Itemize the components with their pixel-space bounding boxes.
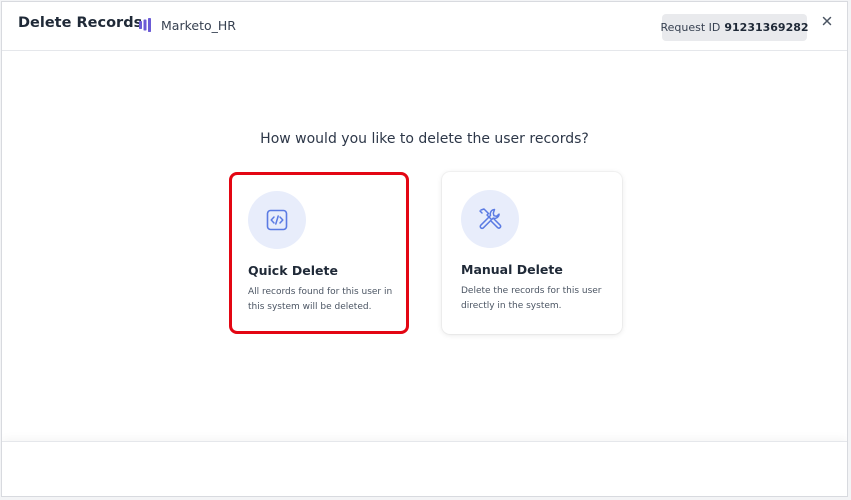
system-indicator: Marketo_HR bbox=[138, 16, 236, 34]
request-id-label: Request ID bbox=[660, 21, 721, 34]
code-icon bbox=[266, 209, 288, 231]
manual-delete-option[interactable]: Manual Delete Delete the records for thi… bbox=[442, 172, 622, 334]
quick-delete-description: All records found for this user in this … bbox=[248, 287, 393, 312]
quick-delete-title: Quick Delete bbox=[248, 263, 338, 278]
modal-title: Delete Records bbox=[18, 15, 143, 31]
delete-records-modal: Delete Records Marketo_HR Request ID 912… bbox=[1, 1, 848, 497]
close-button[interactable] bbox=[818, 12, 836, 30]
modal-body: How would you like to delete the user re… bbox=[2, 51, 847, 443]
delete-question: How would you like to delete the user re… bbox=[260, 131, 589, 147]
manual-delete-title: Manual Delete bbox=[461, 262, 563, 277]
manual-delete-description: Delete the records for this user directl… bbox=[461, 286, 602, 311]
close-icon bbox=[822, 16, 832, 26]
system-name: Marketo_HR bbox=[161, 17, 236, 33]
system-logo-icon bbox=[139, 18, 151, 32]
quick-delete-icon-circle bbox=[248, 191, 306, 249]
modal-header: Delete Records Marketo_HR Request ID 912… bbox=[2, 2, 847, 51]
request-id-value: 91231369282 bbox=[724, 21, 809, 34]
tools-icon bbox=[479, 208, 502, 230]
request-id-badge: Request ID 91231369282 bbox=[660, 14, 809, 41]
quick-delete-option[interactable]: Quick Delete All records found for this … bbox=[229, 172, 409, 334]
manual-delete-icon-circle bbox=[461, 190, 519, 248]
modal-footer bbox=[2, 441, 847, 496]
